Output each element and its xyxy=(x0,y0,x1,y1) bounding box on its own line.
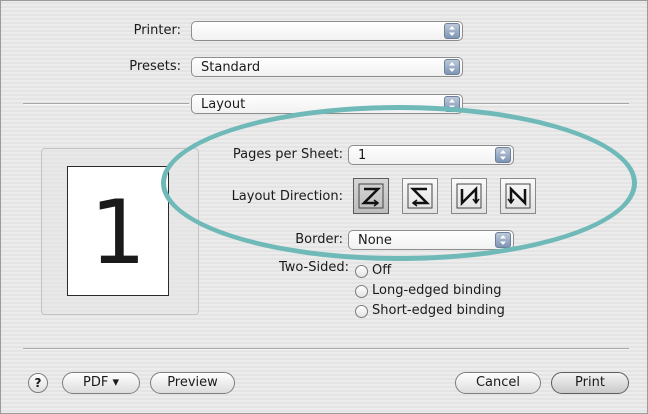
page-preview: 1 xyxy=(67,166,169,296)
presets-label: Presets: xyxy=(129,59,181,74)
separator-right xyxy=(463,103,629,105)
pages-per-sheet-label: Pages per Sheet: xyxy=(232,147,343,162)
layout-direction-s-button[interactable] xyxy=(402,178,438,214)
page-number: 1 xyxy=(90,181,146,284)
layout-direction-z-button[interactable] xyxy=(353,178,389,214)
pages-per-sheet-popup[interactable]: 1 xyxy=(348,145,514,165)
two-sided-short-edge-label: Short-edged binding xyxy=(372,303,505,318)
border-popup[interactable]: None xyxy=(348,230,514,250)
two-sided-label: Two-Sided: xyxy=(278,260,349,275)
pages-per-sheet-value: 1 xyxy=(358,148,367,163)
separator-bottom xyxy=(23,348,629,350)
help-icon: ? xyxy=(34,376,42,390)
layout-direction-reverse-n-button[interactable] xyxy=(500,178,536,214)
separator-left xyxy=(23,103,189,105)
presets-popup[interactable]: Standard xyxy=(191,57,463,77)
z-order-icon xyxy=(358,183,384,209)
layout-direction-label: Layout Direction: xyxy=(231,189,343,204)
border-label: Border: xyxy=(295,232,343,247)
border-value: None xyxy=(358,233,392,248)
popup-arrows-icon xyxy=(444,96,460,112)
popup-arrows-icon xyxy=(444,23,460,39)
popup-arrows-icon xyxy=(495,232,511,248)
popup-arrows-icon xyxy=(495,147,511,163)
reverse-n-order-icon xyxy=(505,183,531,209)
panel-popup[interactable]: Layout xyxy=(191,94,463,114)
popup-arrows-icon xyxy=(444,59,460,75)
s-order-icon xyxy=(407,183,433,209)
cancel-button[interactable]: Cancel xyxy=(455,372,541,394)
radio-long-edge[interactable] xyxy=(355,285,368,298)
print-button[interactable]: Print xyxy=(551,372,629,394)
printer-popup[interactable] xyxy=(191,21,463,41)
panel-value: Layout xyxy=(201,97,246,112)
presets-value: Standard xyxy=(201,60,261,75)
two-sided-long-edge-label: Long-edged binding xyxy=(372,283,502,298)
radio-short-edge[interactable] xyxy=(355,305,368,318)
radio-off[interactable] xyxy=(355,265,368,278)
pdf-button[interactable]: PDF ▾ xyxy=(62,372,140,394)
n-order-icon xyxy=(456,183,482,209)
layout-direction-n-button[interactable] xyxy=(451,178,487,214)
printer-label: Printer: xyxy=(133,23,181,38)
help-button[interactable]: ? xyxy=(28,373,48,393)
preview-button[interactable]: Preview xyxy=(150,372,235,394)
two-sided-off-label: Off xyxy=(372,263,392,278)
